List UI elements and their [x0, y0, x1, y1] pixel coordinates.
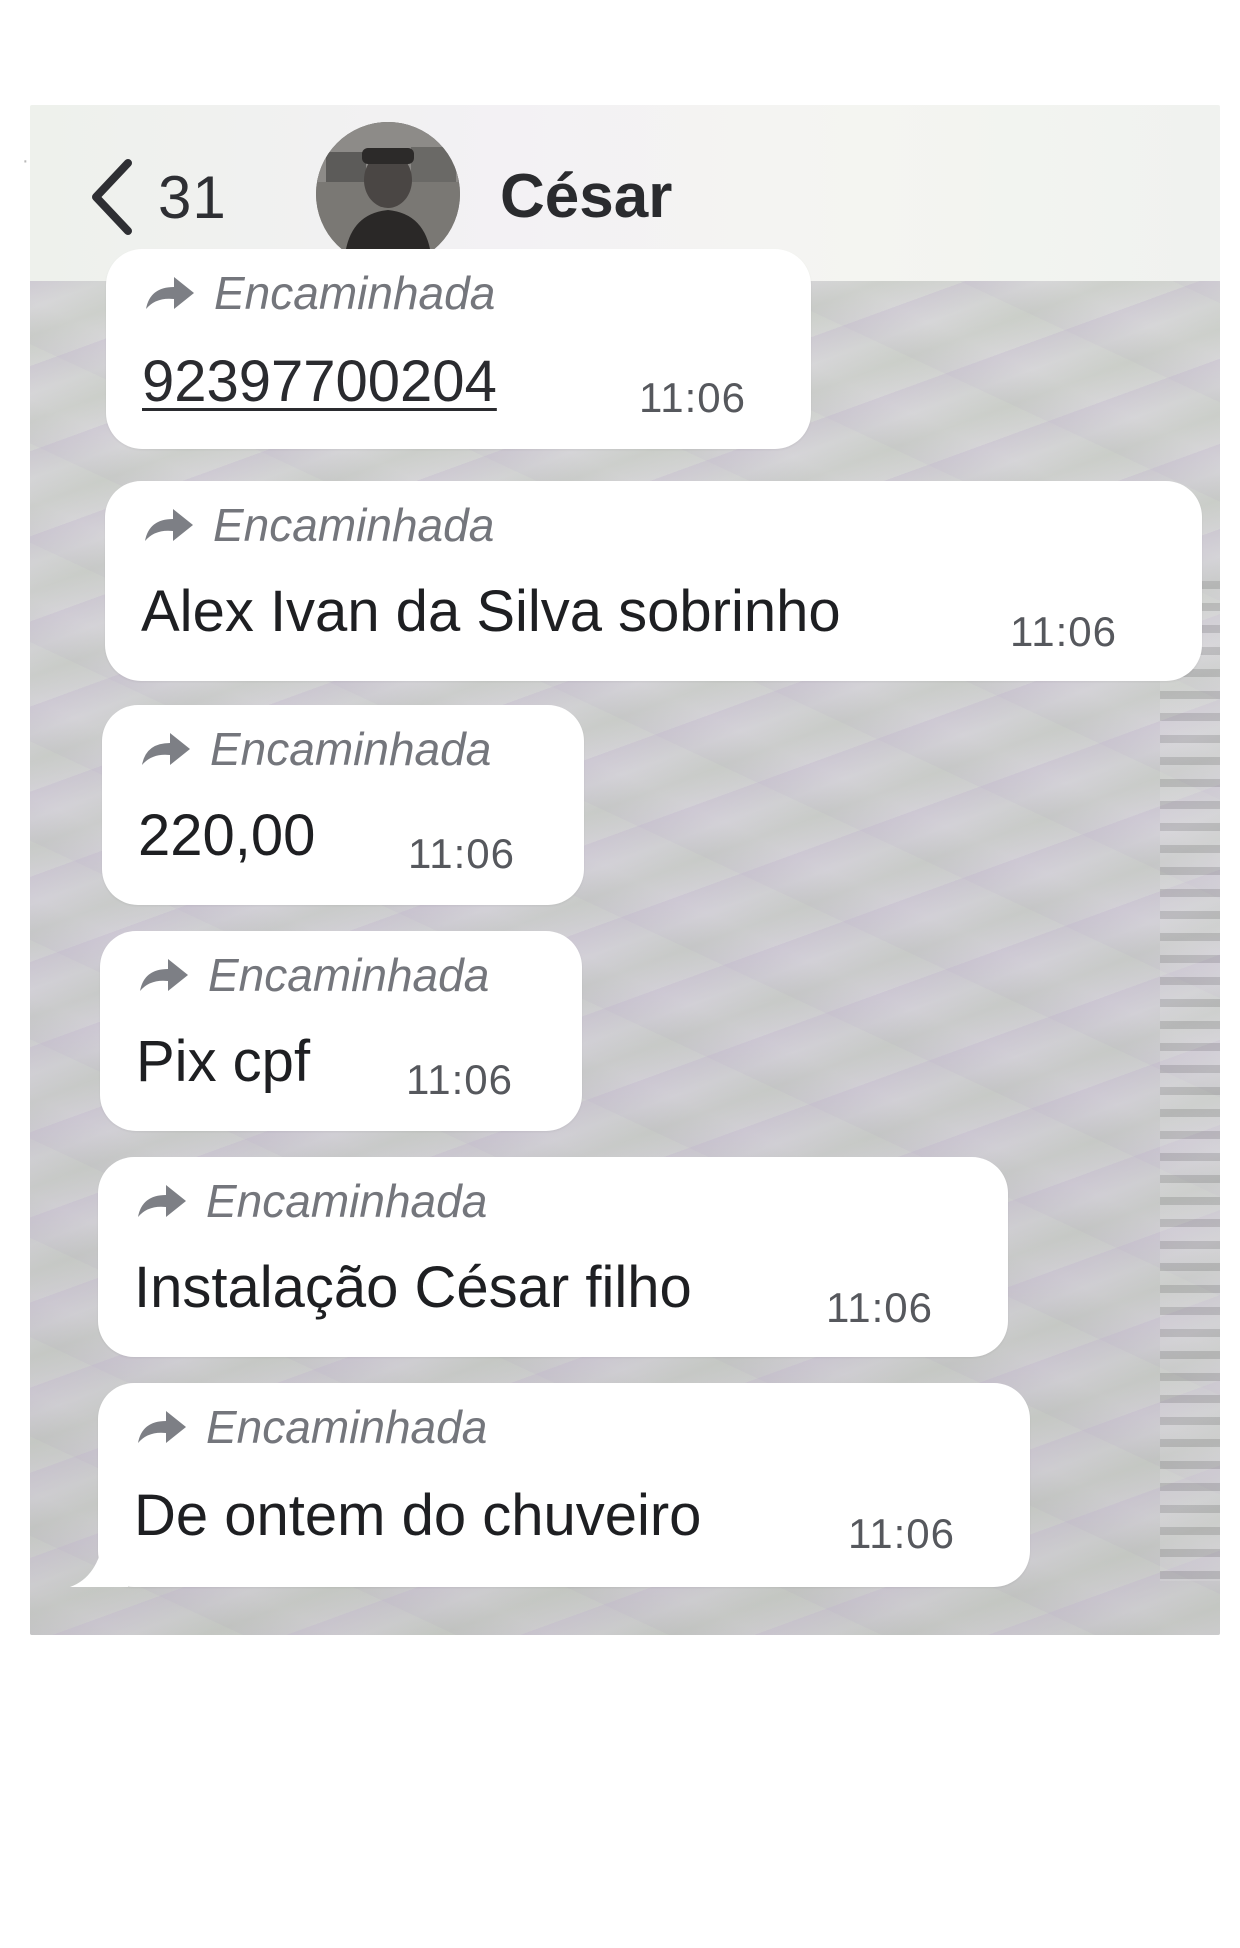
bubble-tail [70, 1537, 128, 1587]
scan-speck: · [22, 150, 29, 172]
forward-arrow-icon [138, 729, 194, 769]
message-text: Alex Ivan da Silva sobrinho [141, 579, 841, 644]
contact-name[interactable]: César [500, 157, 672, 237]
forward-arrow-icon [134, 1181, 190, 1221]
message-bubble[interactable]: Encaminhada Instalação César filho 11:06 [98, 1157, 1008, 1357]
message-bubble[interactable]: Encaminhada Alex Ivan da Silva sobrinho … [105, 481, 1202, 681]
message-timestamp: 11:06 [826, 1284, 933, 1331]
message-text-link[interactable]: 92397700204 [142, 347, 497, 417]
message-text: Instalação César filho [134, 1255, 692, 1320]
message-bubble[interactable]: Encaminhada 92397700204 11:06 [106, 249, 811, 449]
message-timestamp: 11:06 [406, 1056, 513, 1103]
forwarded-label: Encaminhada [142, 265, 495, 321]
back-button[interactable]: 31 [86, 157, 227, 237]
message-text: De ontem do chuveiro [134, 1483, 702, 1548]
message-bubble[interactable]: Encaminhada Pix cpf 11:06 [100, 931, 582, 1131]
scanned-page: · · 31 [0, 0, 1240, 1948]
message-bubble[interactable]: Encaminhada 220,00 11:06 [102, 705, 584, 905]
message-timestamp: 11:06 [408, 830, 515, 877]
wallpaper-decoration [1160, 581, 1220, 1581]
chat-screenshot: 31 César Encaminhada 92397700204 11:06 E… [30, 105, 1220, 1635]
message-timestamp: 11:06 [639, 374, 746, 421]
chevron-left-icon [86, 157, 136, 237]
message-timestamp: 11:06 [848, 1510, 955, 1557]
forward-arrow-icon [141, 505, 197, 545]
unread-count: 31 [158, 163, 227, 231]
forwarded-label: Encaminhada [136, 947, 489, 1003]
message-text: Pix cpf [136, 1029, 311, 1094]
forward-arrow-icon [142, 273, 198, 313]
forwarded-label: Encaminhada [141, 497, 494, 553]
forwarded-label: Encaminhada [134, 1173, 487, 1229]
message-bubble[interactable]: Encaminhada De ontem do chuveiro 11:06 [70, 1383, 1030, 1587]
contact-avatar[interactable] [316, 122, 460, 266]
forwarded-label: Encaminhada [134, 1399, 487, 1455]
message-timestamp: 11:06 [1010, 608, 1117, 655]
forward-arrow-icon [134, 1407, 190, 1447]
forward-arrow-icon [136, 955, 192, 995]
forwarded-label: Encaminhada [138, 721, 491, 777]
message-text: 220,00 [138, 803, 316, 868]
